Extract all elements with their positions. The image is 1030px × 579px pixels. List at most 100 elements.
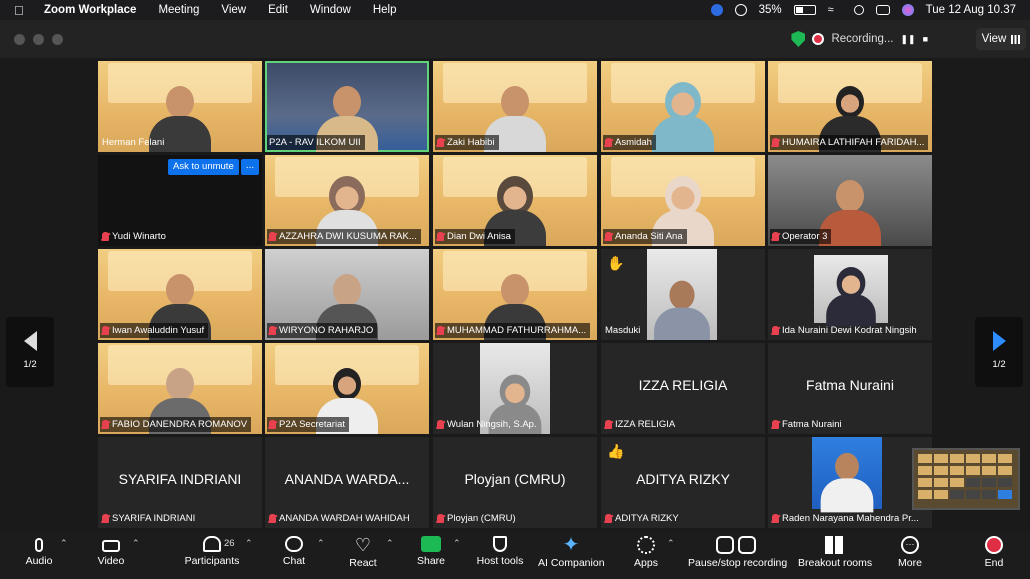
more-dots-icon: ··· (901, 536, 919, 554)
video-tile-syarifa[interactable]: SYARIFA INDRIANI SYARIFA INDRIANI (98, 437, 262, 528)
self-view-thumbnail[interactable] (912, 448, 1020, 510)
share-button[interactable]: Share (416, 536, 446, 576)
participants-icon (203, 536, 221, 552)
participant-name: Ployjan (CMRU) (435, 511, 520, 526)
gallery-view: 1/2 1/2 Herman Felani P2A - RAV ILKOM UI… (0, 58, 1030, 532)
video-tile-wulan[interactable]: Wulan Ningsih, S.Ap. (433, 343, 597, 434)
video-tile-asmidah[interactable]: Asmidah (601, 61, 765, 152)
control-center-icon[interactable] (875, 5, 890, 15)
participant-name: SYARIFA INDRIANI (100, 511, 199, 526)
video-tile-fatma[interactable]: Fatma Nuraini Fatma Nuraini (768, 343, 932, 434)
react-options-caret-icon[interactable]: ⌃ (386, 538, 394, 549)
video-tile-fathur[interactable]: MUHAMMAD FATHURRAHMA... (433, 249, 597, 340)
share-options-caret-icon[interactable]: ⌃ (453, 538, 461, 549)
share-label: Share (416, 555, 446, 567)
search-icon[interactable] (853, 5, 864, 15)
apps-button[interactable]: Apps (632, 536, 660, 576)
previous-page-button[interactable]: 1/2 (6, 317, 54, 387)
participant-name: Fatma Nuraini (770, 417, 846, 432)
grid-icon (1011, 34, 1021, 44)
video-tile-raden[interactable]: Raden Narayana Mahendra Pr... (768, 437, 932, 528)
apps-icon (637, 536, 655, 554)
next-page-button[interactable]: 1/2 (975, 317, 1023, 387)
video-button[interactable]: Video (94, 536, 128, 576)
video-tile-ananda-siti[interactable]: Ananda Siti Ana (601, 155, 765, 246)
video-tile-wiryono[interactable]: WIRYONO RAHARJO (265, 249, 429, 340)
video-tile-ananda-wardah[interactable]: ANANDA WARDA... ANANDA WARDAH WAHIDAH (265, 437, 429, 528)
ai-companion-button[interactable]: ✦ AI Companion (538, 534, 605, 576)
participants-options-caret-icon[interactable]: ⌃ (245, 538, 253, 549)
menu-window[interactable]: Window (310, 4, 351, 16)
audio-button[interactable]: Audio (22, 536, 56, 576)
video-tile-zaki[interactable]: Zaki Habibi (433, 61, 597, 152)
video-tile-p2a-rav[interactable]: P2A - RAV ILKOM UII (265, 61, 429, 152)
video-tile-izza[interactable]: IZZA RELIGIA IZZA RELIGIA (601, 343, 765, 434)
minimize-window-button[interactable] (33, 34, 44, 45)
tile-more-button[interactable]: ... (241, 159, 259, 175)
view-button[interactable]: View (976, 28, 1026, 50)
ask-to-unmute-button[interactable]: Ask to unmute (168, 159, 239, 175)
mic-muted-icon (772, 514, 779, 523)
mic-muted-icon (269, 326, 276, 335)
video-tile-azzahra[interactable]: AZZAHRA DWI KUSUMA RAK... (265, 155, 429, 246)
video-tile-ployjan[interactable]: Ployjan (CMRU) Ployjan (CMRU) (433, 437, 597, 528)
breakout-rooms-button[interactable]: Breakout rooms (798, 536, 872, 576)
video-tile-dian[interactable]: Dian Dwi Anisa (433, 155, 597, 246)
mic-muted-icon (437, 138, 444, 147)
breakout-rooms-icon (825, 536, 843, 554)
participant-name: P2A Secretariat (267, 417, 350, 432)
video-tile-yudi[interactable]: Ask to unmute ... Yudi Winarto (98, 155, 262, 246)
react-button[interactable]: ♡ React (346, 536, 380, 576)
video-tile-aditya[interactable]: 👍 ADITYA RIZKY ADITYA RIZKY (601, 437, 765, 528)
sparkle-icon: ✦ (562, 534, 580, 556)
close-window-button[interactable] (14, 34, 25, 45)
pause-recording-icon[interactable]: ❚❚ (900, 34, 915, 45)
audio-options-caret-icon[interactable]: ⌃ (60, 538, 68, 549)
menu-app-name[interactable]: Zoom Workplace (44, 4, 136, 16)
participant-photo (647, 249, 717, 340)
ai-companion-label: AI Companion (538, 557, 605, 569)
video-tile-humaira[interactable]: HUMAIRA LATHIFAH FARIDAH... (768, 61, 932, 152)
host-tools-button[interactable]: Host tools (475, 536, 525, 576)
recording-indicator: Recording... ❚❚ ■ (791, 28, 928, 50)
video-tile-operator[interactable]: Operator 3 (768, 155, 932, 246)
video-tile-fabio[interactable]: FABIO DANENDRA ROMANOV (98, 343, 262, 434)
participant-display-name: IZZA RELIGIA (638, 377, 728, 393)
zoom-status-icon[interactable] (710, 4, 723, 16)
wifi-icon[interactable]: ≈ (828, 4, 842, 16)
stop-recording-icon[interactable]: ■ (923, 34, 928, 44)
meeting-toolbar: Audio ⌃ Video ⌃ Participants 26 ⌃ Chat ⌃… (0, 532, 1030, 579)
menu-help[interactable]: Help (373, 4, 397, 16)
menu-edit[interactable]: Edit (268, 4, 288, 16)
mic-muted-icon (437, 232, 444, 241)
apps-label: Apps (634, 557, 658, 569)
heart-icon: ♡ (354, 535, 372, 555)
play-icon[interactable] (734, 4, 747, 16)
menu-meeting[interactable]: Meeting (158, 4, 199, 16)
video-tile-ida[interactable]: Ida Nuraini Dewi Kodrat Ningsih (768, 249, 932, 340)
video-tile-herman[interactable]: Herman Felani (98, 61, 262, 152)
battery-icon[interactable] (793, 5, 816, 15)
apple-icon[interactable]:  (14, 3, 30, 18)
end-meeting-button[interactable]: End (982, 536, 1006, 576)
video-options-caret-icon[interactable]: ⌃ (132, 538, 140, 549)
pause-stop-recording-button[interactable]: Pause/stop recording (688, 536, 787, 576)
participants-label: Participants (184, 555, 240, 567)
participant-photo (814, 255, 888, 327)
chat-options-caret-icon[interactable]: ⌃ (317, 538, 325, 549)
encryption-shield-icon[interactable] (791, 31, 806, 47)
chat-button[interactable]: Chat (278, 536, 310, 576)
participant-name: Operator 3 (770, 229, 832, 244)
siri-icon[interactable] (901, 4, 914, 16)
participant-display-name: Fatma Nuraini (806, 377, 894, 393)
more-button[interactable]: ··· More (896, 536, 924, 576)
participants-count: 26 (224, 538, 235, 549)
video-tile-p2a-secretariat[interactable]: P2A Secretariat (265, 343, 429, 434)
menu-view[interactable]: View (221, 4, 246, 16)
apps-options-caret-icon[interactable]: ⌃ (667, 538, 675, 549)
participant-name: Herman Felani (102, 137, 165, 148)
zoom-window-button[interactable] (52, 34, 63, 45)
video-tile-masduki[interactable]: ✋ Masduki (601, 249, 765, 340)
video-tile-iwan[interactable]: Iwan Awaluddin Yusuf (98, 249, 262, 340)
participant-name: FABIO DANENDRA ROMANOV (100, 417, 252, 432)
